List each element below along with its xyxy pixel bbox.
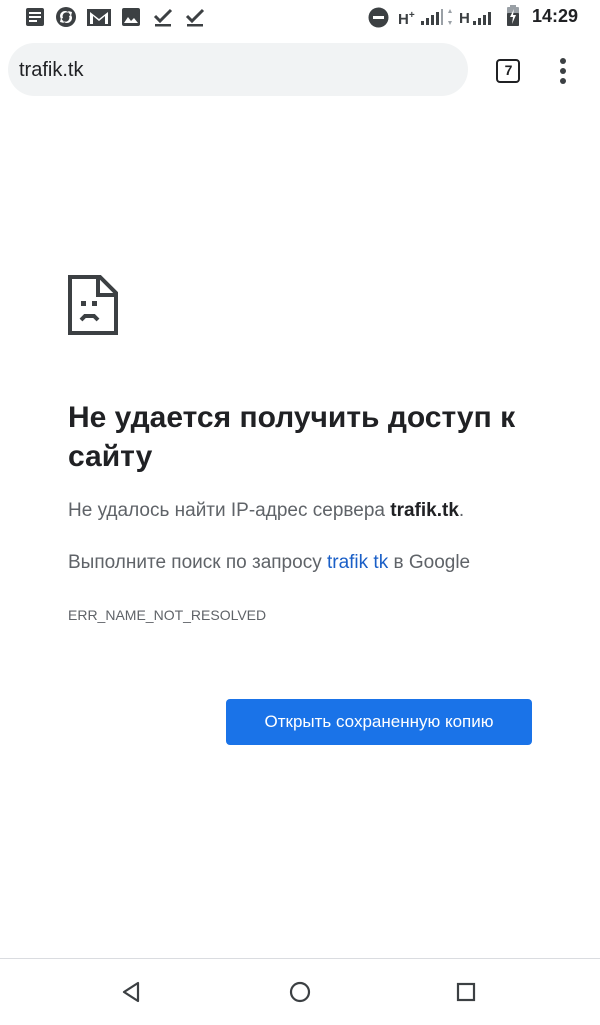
tab-count: 7 [504,62,513,78]
error-host: trafik.tk [390,500,459,521]
battery-icon [507,5,519,26]
image-icon [122,8,140,26]
broken-page-icon [68,275,118,335]
check-icon [153,8,173,27]
network-type: H+ [398,10,415,28]
network-type-label: H [398,11,409,28]
search-suggestion: Выполните поиск по запросу trafik tk в G… [68,552,470,574]
signal-icon [421,9,443,25]
menu-dot [560,78,566,84]
do-not-disturb-icon [368,7,389,28]
notes-icon [26,8,44,26]
tab-switcher-button[interactable]: 7 [496,59,522,85]
network-type-sup: + [408,10,415,21]
error-code: ERR_NAME_NOT_RESOLVED [68,607,267,623]
sync-icon [56,7,76,27]
open-cached-copy-button[interactable]: Открыть сохраненную копию [226,699,532,745]
error-message-text: Не удалось найти IP-адрес сервера [68,500,391,521]
browser-toolbar: trafik.tk 7 [0,40,600,100]
recents-icon[interactable] [453,979,479,1005]
address-bar[interactable]: trafik.tk [8,43,468,96]
status-bar: H+ H 14:29 [0,0,600,34]
search-suggestion-text: Выполните поиск по запросу [68,552,327,573]
error-heading: Не удается получить доступ к сайту [68,401,516,473]
back-icon[interactable] [119,979,145,1005]
menu-dot [560,58,566,64]
search-link[interactable]: trafik tk [327,552,388,573]
gmail-icon [87,9,111,26]
home-icon[interactable] [287,979,313,1005]
system-nav-bar [0,958,600,1025]
data-activity-icon [448,9,452,25]
menu-dot [560,68,566,74]
error-message: Не удалось найти IP-адрес сервера trafik… [68,500,464,522]
network-type-2: H [459,10,470,27]
search-suggestion-end: в Google [388,552,471,573]
address-bar-url: trafik.tk [19,59,84,81]
error-message-end: . [458,500,465,521]
signal-icon [473,12,491,25]
overflow-menu-button[interactable] [552,56,574,86]
status-clock: 14:29 [531,6,578,26]
check-icon [185,8,205,27]
